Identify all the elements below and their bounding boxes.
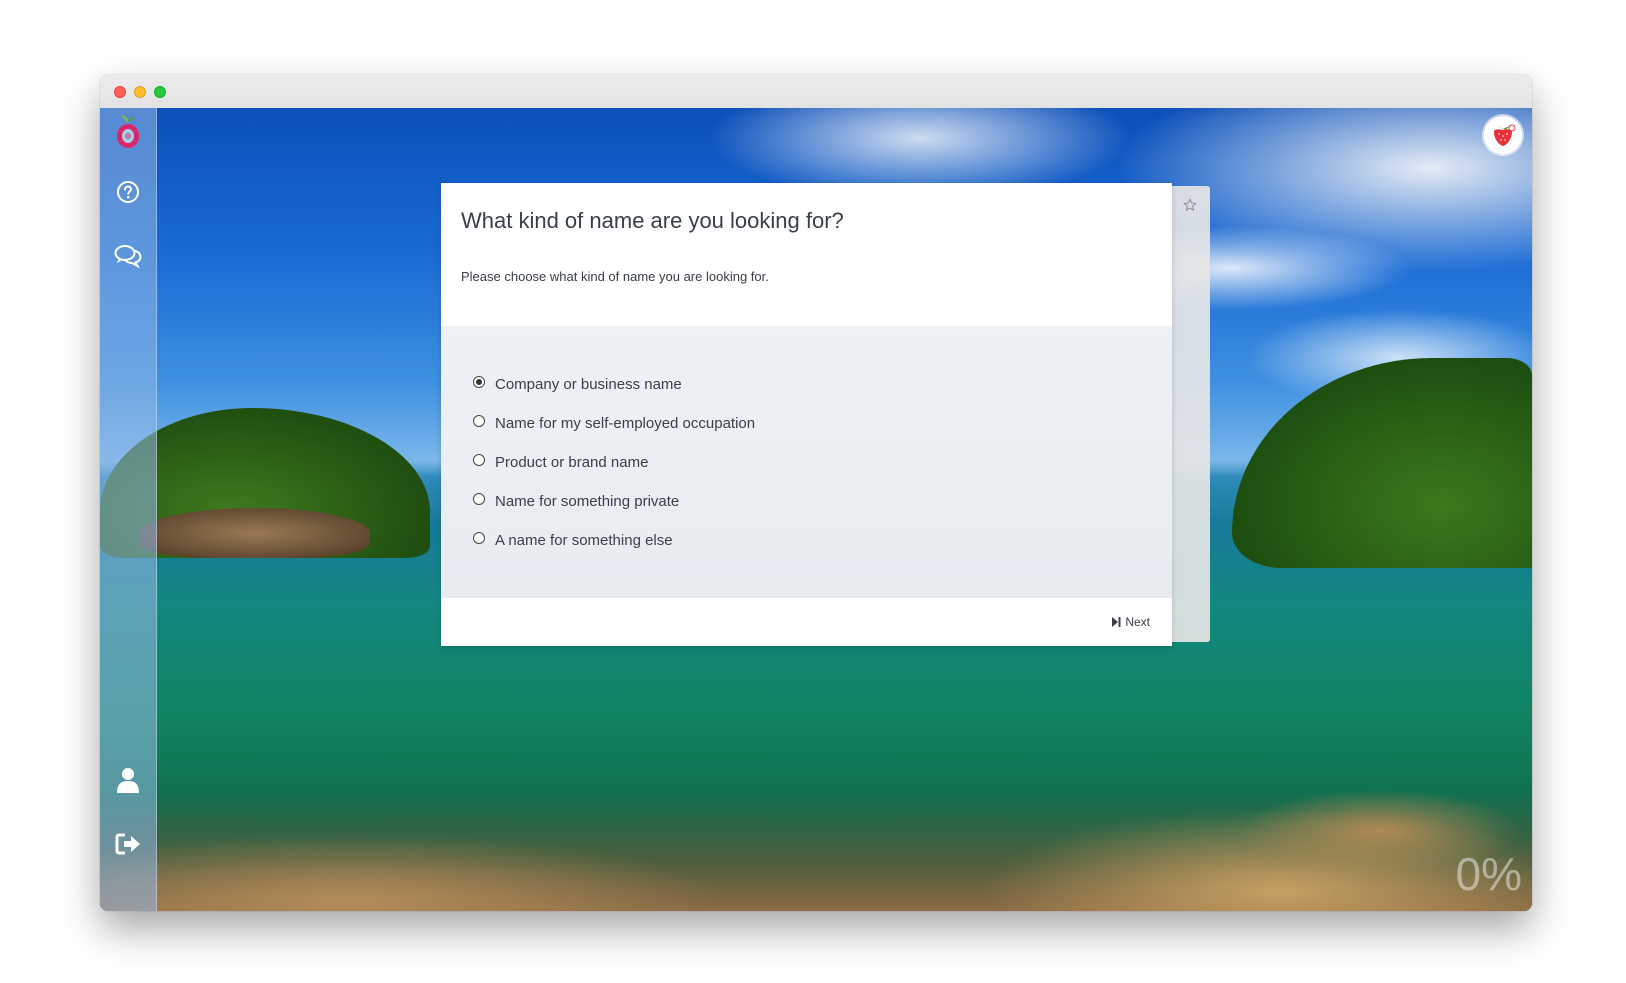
option-label: Name for something private [495,493,680,510]
close-window-button[interactable] [114,86,126,98]
strawberry-avatar-icon[interactable] [1484,116,1522,154]
question-title: What kind of name are you looking for? [461,208,844,233]
radio-button[interactable] [473,375,485,388]
maximize-window-button[interactable] [154,86,166,98]
radio-button[interactable] [473,453,485,466]
question-card: What kind of name are you looking for? P… [441,183,1172,646]
option-self-employed-occupation[interactable]: Name for my self-employed occupation [473,414,756,432]
browser-window: What kind of name are you looking for? P… [100,75,1532,911]
card-side-panel [1170,186,1210,642]
title-bar [100,75,1532,108]
background-rocks-left [140,508,370,558]
option-label: A name for something else [495,532,673,549]
question-circle-icon[interactable] [112,176,144,208]
next-button[interactable]: Next [1112,615,1150,629]
question-description: Please choose what kind of name you are … [461,269,769,284]
option-something-else[interactable]: A name for something else [473,531,673,549]
question-header: What kind of name are you looking for? P… [441,183,1172,327]
sign-out-icon[interactable] [112,828,144,860]
minimize-window-button[interactable] [134,86,146,98]
sidebar [100,108,157,911]
star-icon[interactable] [1181,196,1199,214]
progress-percentage: 0% [1455,848,1522,900]
option-something-private[interactable]: Name for something private [473,492,680,510]
option-product-brand-name[interactable]: Product or brand name [473,453,649,471]
page-viewport: What kind of name are you looking for? P… [100,108,1532,911]
radio-button[interactable] [473,492,485,505]
background-shore [100,791,1532,911]
options-area: Company or business name Name for my sel… [441,326,1172,597]
radio-button[interactable] [473,414,485,427]
step-forward-icon [1112,617,1121,627]
fruit-logo-icon[interactable] [112,115,144,148]
question-footer: Next [441,597,1172,646]
radio-button[interactable] [473,531,485,544]
user-icon[interactable] [112,764,144,796]
option-label: Name for my self-employed occupation [495,415,756,432]
background-hill-right [1232,358,1532,568]
option-company-business-name[interactable]: Company or business name [473,375,682,393]
option-label: Company or business name [495,376,682,393]
chat-bubbles-icon[interactable] [112,240,144,272]
option-label: Product or brand name [495,454,649,471]
next-button-label: Next [1125,615,1150,629]
